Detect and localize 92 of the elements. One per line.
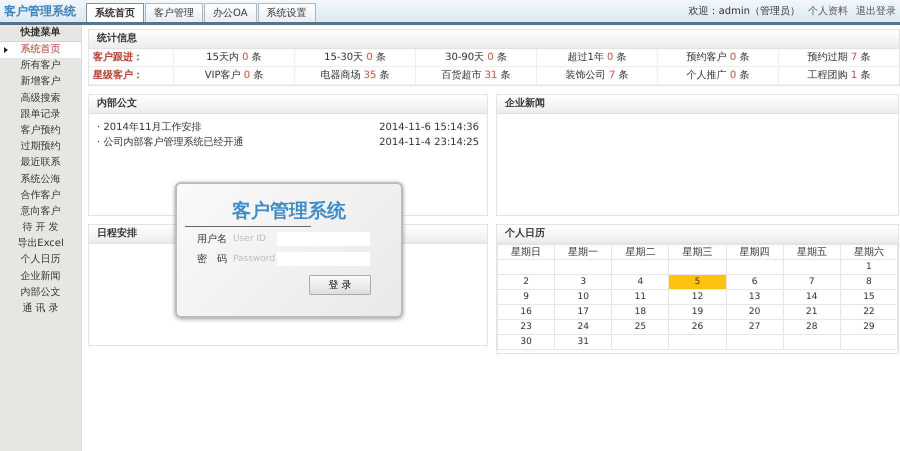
weekday-header: 星期四 (726, 244, 784, 260)
calendar-day[interactable]: 19 (668, 304, 726, 320)
weekday-header: 星期五 (783, 244, 840, 260)
calendar-day[interactable]: 31 (554, 334, 612, 350)
stat-cell: 30-90天 0 条 (415, 49, 536, 66)
sidebar-item[interactable]: 通 讯 录 (0, 301, 81, 318)
weekday-header: 星期一 (554, 244, 612, 260)
weekday-header: 星期日 (498, 244, 555, 260)
sidebar-item[interactable]: 合作客户 (0, 188, 81, 204)
sidebar-item[interactable]: 客户预约 (0, 122, 81, 140)
nav-tab[interactable]: 系统首页 (86, 3, 144, 22)
calendar-day[interactable]: 11 (612, 290, 669, 304)
sidebar-item[interactable]: 新增客户 (0, 74, 81, 91)
notice-link[interactable]: · 2014年11月工作安排 (97, 120, 202, 135)
calendar-day[interactable]: 8 (840, 274, 898, 290)
calendar-day[interactable]: 29 (840, 320, 898, 334)
calendar-day[interactable]: 12 (668, 290, 726, 304)
stat-cell: 15天内 0 条 (173, 49, 294, 66)
panel-title: 企业新闻 (497, 95, 898, 114)
header-link[interactable]: 个人资料 (808, 4, 848, 18)
stat-cell: 装饰公司 7 条 (536, 67, 657, 84)
field-label: 密 码 (197, 252, 228, 266)
calendar-day[interactable]: 6 (726, 274, 784, 290)
calendar-day[interactable]: 10 (554, 290, 612, 304)
panel-title: 个人日历 (497, 225, 898, 244)
notice-link[interactable]: · 公司内部客户管理系统已经开通 (97, 135, 244, 150)
calendar-day[interactable]: 16 (498, 304, 555, 320)
stat-cell: 超过1年 0 条 (536, 49, 657, 66)
app-logo: 客户管理系统 (3, 2, 77, 20)
stat-cell: 15-30天 0 条 (294, 49, 415, 66)
weekday-header: 星期六 (840, 244, 898, 260)
calendar-day[interactable]: 9 (498, 290, 555, 304)
panel-title: 内部公文 (89, 95, 487, 114)
field-hint: Password (233, 254, 276, 264)
calendar-day[interactable]: 18 (612, 304, 669, 320)
notice-time: 2014-11-4 23:14:25 (379, 136, 479, 150)
stat-cell: 个人推广 0 条 (657, 67, 778, 84)
row-label: 客户跟进： (92, 50, 144, 65)
field-hint: User ID (233, 234, 267, 244)
weekday-header: 星期二 (612, 244, 669, 260)
calendar-day[interactable]: 27 (726, 320, 784, 334)
calendar-day[interactable]: 26 (668, 320, 726, 334)
calendar-day[interactable]: 15 (840, 290, 898, 304)
calendar-day[interactable]: 23 (498, 320, 555, 334)
login-button[interactable]: 登 录 (309, 275, 371, 295)
nav-tab[interactable]: 客户管理 (145, 3, 203, 22)
sidebar-item[interactable]: 导出Excel (0, 236, 81, 252)
sidebar-item[interactable]: 所有客户 (0, 58, 81, 74)
weekday-header: 星期三 (668, 244, 726, 260)
sidebar-item[interactable]: 系统公海 (0, 172, 81, 188)
pointer-icon (4, 47, 8, 53)
sidebar-item[interactable]: 企业新闻 (0, 268, 81, 285)
sidebar-item[interactable]: 跟单记录 (0, 106, 81, 123)
calendar-day[interactable]: 21 (783, 304, 840, 320)
calendar-day[interactable]: 17 (554, 304, 612, 320)
calendar-day[interactable]: 1 (840, 260, 898, 274)
calendar-day[interactable]: 5 (668, 274, 726, 290)
calendar-day[interactable]: 3 (554, 274, 612, 290)
calendar-day[interactable]: 24 (554, 320, 612, 334)
stat-cell: 电器商场 35 条 (294, 67, 415, 84)
sidebar-item[interactable]: 个人日历 (0, 252, 81, 269)
sidebar-item[interactable]: 内部公文 (0, 284, 81, 301)
sidebar-item[interactable]: 待 开 发 (0, 220, 81, 236)
sidebar-item[interactable]: 最近联系 (0, 155, 81, 172)
nav-tab[interactable]: 办公OA (204, 3, 257, 22)
panel-title: 统计信息 (89, 30, 899, 49)
calendar-day[interactable]: 30 (498, 334, 555, 350)
stat-cell: 预约客户 0 条 (657, 49, 778, 66)
header-link[interactable]: 退出登录 (856, 4, 896, 18)
nav-tab[interactable]: 系统设置 (258, 3, 316, 22)
calendar-day[interactable]: 14 (783, 290, 840, 304)
calendar-day[interactable]: 25 (612, 320, 669, 334)
stat-cell: 工程团购 1 条 (778, 67, 899, 84)
calendar-day[interactable]: 13 (726, 290, 784, 304)
row-label: 星级客户： (92, 68, 144, 83)
calendar-day[interactable]: 2 (498, 274, 555, 290)
notice-time: 2014-11-6 15:14:36 (379, 121, 479, 135)
welcome-text: 欢迎：admin（管理员） (688, 4, 800, 18)
stat-cell: VIP客户 0 条 (173, 67, 294, 84)
sidebar-item[interactable]: 意向客户 (0, 204, 81, 220)
stat-cell: 预约过期 7 条 (778, 49, 899, 66)
calendar-day[interactable]: 4 (612, 274, 669, 290)
field-label: 用户名 (197, 232, 228, 246)
sidebar-item[interactable]: 系统首页 (0, 42, 81, 58)
stat-cell: 百货超市 31 条 (415, 67, 536, 84)
calendar-day[interactable]: 20 (726, 304, 784, 320)
sidebar-item[interactable]: 过期预约 (0, 139, 81, 156)
calendar-day[interactable]: 28 (783, 320, 840, 334)
dialog-title: 客户管理系统 (230, 199, 347, 224)
calendar-day[interactable]: 7 (783, 274, 840, 290)
sidebar-item[interactable]: 高级搜索 (0, 90, 81, 107)
calendar-day[interactable]: 22 (840, 304, 898, 320)
